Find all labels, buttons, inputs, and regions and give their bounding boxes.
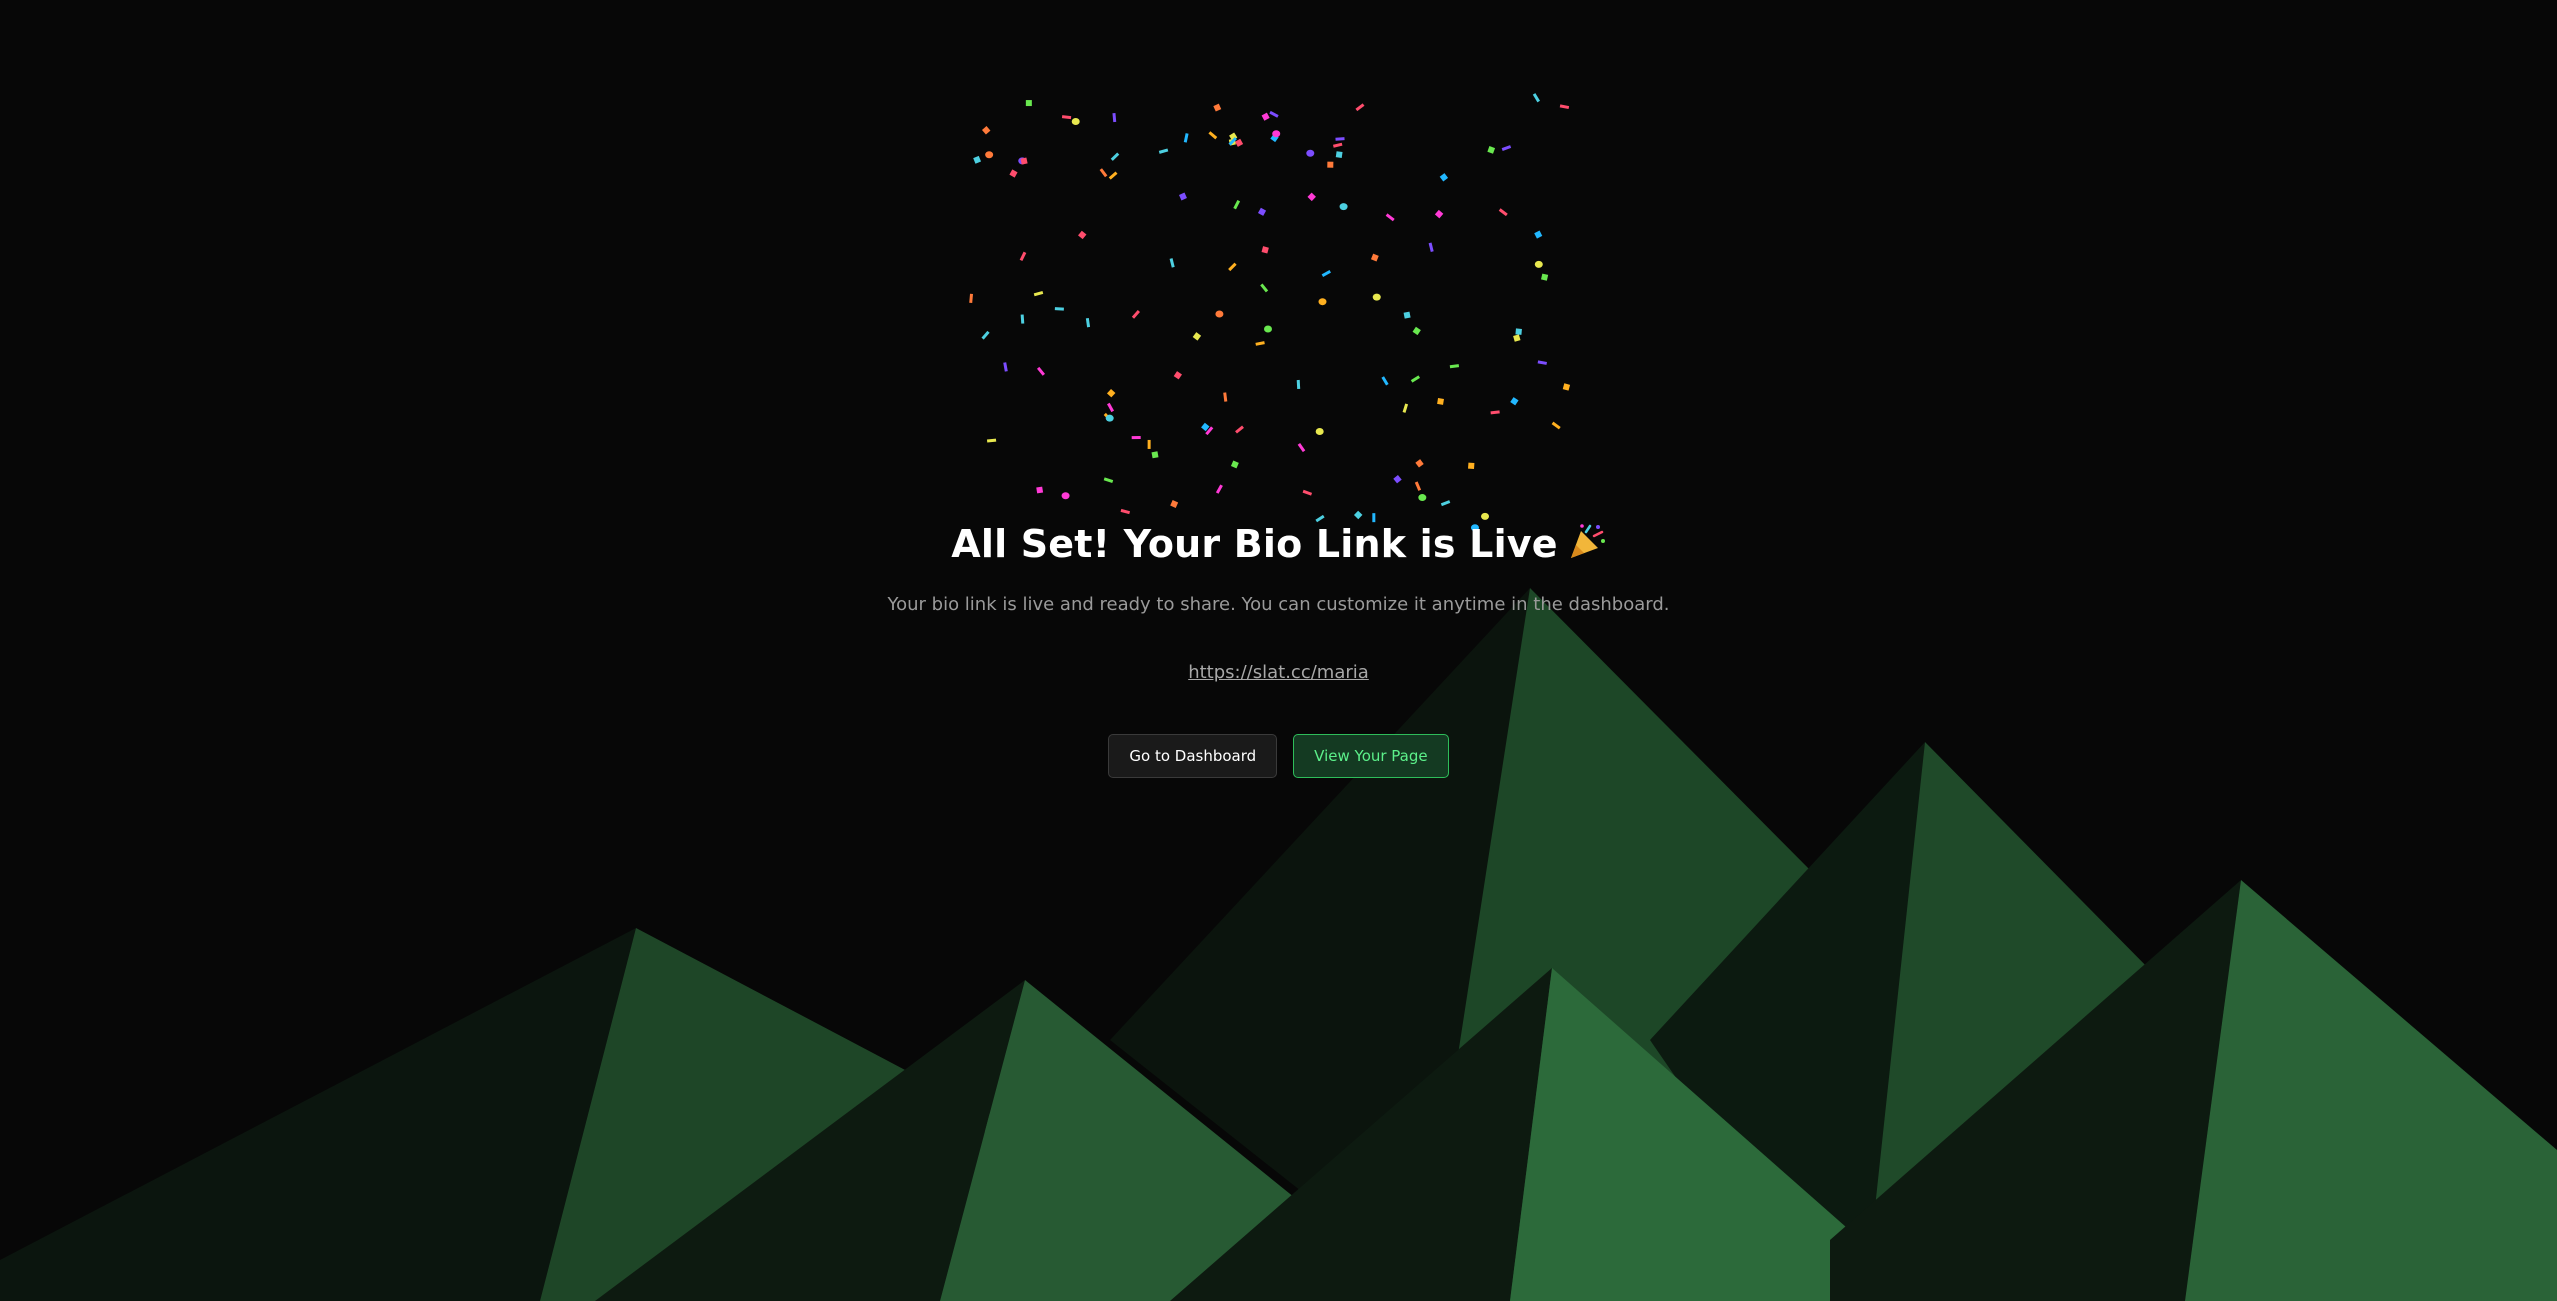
success-screen: All Set! Your Bio Link is Live Your bio … [0,0,2557,1301]
success-content: All Set! Your Bio Link is Live Your bio … [0,0,2557,1301]
title-text: All Set! Your Bio Link is Live [951,522,1558,566]
view-your-page-button[interactable]: View Your Page [1293,734,1449,778]
go-to-dashboard-button[interactable]: Go to Dashboard [1108,734,1278,778]
bio-link-url-container: https://slat.cc/maria [0,662,2557,683]
page-title: All Set! Your Bio Link is Live [0,522,2557,570]
action-buttons: Go to Dashboard View Your Page [0,734,2557,778]
bio-link-url[interactable]: https://slat.cc/maria [1188,662,1369,683]
party-popper-icon [1568,523,1606,570]
success-subtitle: Your bio link is live and ready to share… [887,594,1670,615]
